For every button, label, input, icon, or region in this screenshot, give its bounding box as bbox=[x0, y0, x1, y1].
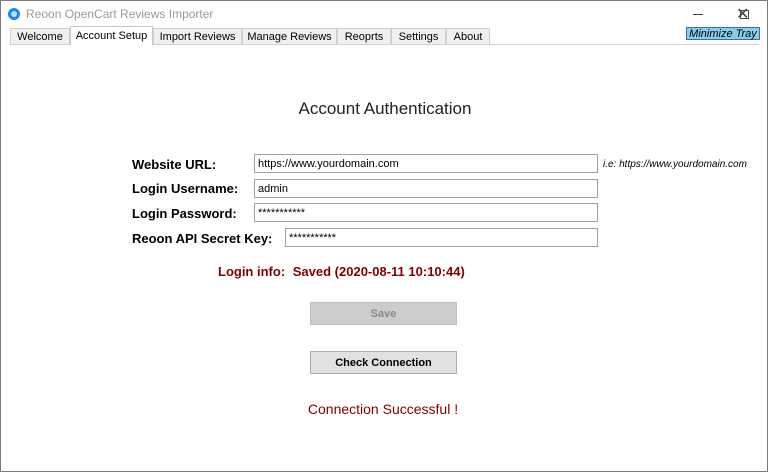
tab-strip: Welcome Account Setup Import Reviews Man… bbox=[1, 26, 767, 45]
connection-status-message: Connection Successful ! bbox=[307, 401, 459, 417]
login-password-label: Login Password: bbox=[132, 206, 237, 221]
api-secret-key-input[interactable] bbox=[285, 228, 598, 247]
tab-account-setup[interactable]: Account Setup bbox=[70, 26, 153, 45]
app-window: Reoon OpenCart Reviews Importer ✕ Welcom… bbox=[0, 0, 768, 472]
login-info-label: Login info: bbox=[218, 264, 286, 279]
login-password-input[interactable] bbox=[254, 203, 598, 222]
window-title: Reoon OpenCart Reviews Importer bbox=[26, 7, 214, 21]
app-logo-icon bbox=[8, 8, 20, 20]
tab-manage-reviews[interactable]: Manage Reviews bbox=[242, 28, 337, 44]
page-title: Account Authentication bbox=[298, 99, 472, 118]
login-info-value: Saved (2020-08-11 10:10:44) bbox=[292, 264, 465, 279]
title-bar[interactable]: Reoon OpenCart Reviews Importer ✕ bbox=[1, 1, 767, 28]
minimize-tray-button[interactable]: Minimize Tray bbox=[686, 27, 760, 40]
website-url-input[interactable] bbox=[254, 154, 598, 173]
minimize-icon bbox=[693, 14, 703, 15]
website-url-label: Website URL: bbox=[132, 157, 217, 172]
tab-about[interactable]: About bbox=[446, 28, 490, 44]
tab-reports[interactable]: Reoprts bbox=[337, 28, 391, 44]
save-button[interactable]: Save bbox=[310, 302, 457, 325]
minimize-button[interactable] bbox=[675, 1, 721, 28]
login-username-label: Login Username: bbox=[132, 181, 239, 196]
tab-import-reviews[interactable]: Import Reviews bbox=[153, 28, 242, 44]
check-connection-button[interactable]: Check Connection bbox=[310, 351, 457, 374]
url-hint-text: i.e: https://www.yourdomain.com bbox=[603, 159, 747, 170]
tab-settings[interactable]: Settings bbox=[391, 28, 446, 44]
api-secret-key-label: Reoon API Secret Key: bbox=[132, 231, 273, 246]
close-icon[interactable]: ✕ bbox=[736, 4, 749, 24]
tab-welcome[interactable]: Welcome bbox=[10, 28, 70, 44]
login-info-status: Login info: Saved (2020-08-11 10:10:44) bbox=[218, 264, 469, 279]
login-username-input[interactable] bbox=[254, 179, 598, 198]
